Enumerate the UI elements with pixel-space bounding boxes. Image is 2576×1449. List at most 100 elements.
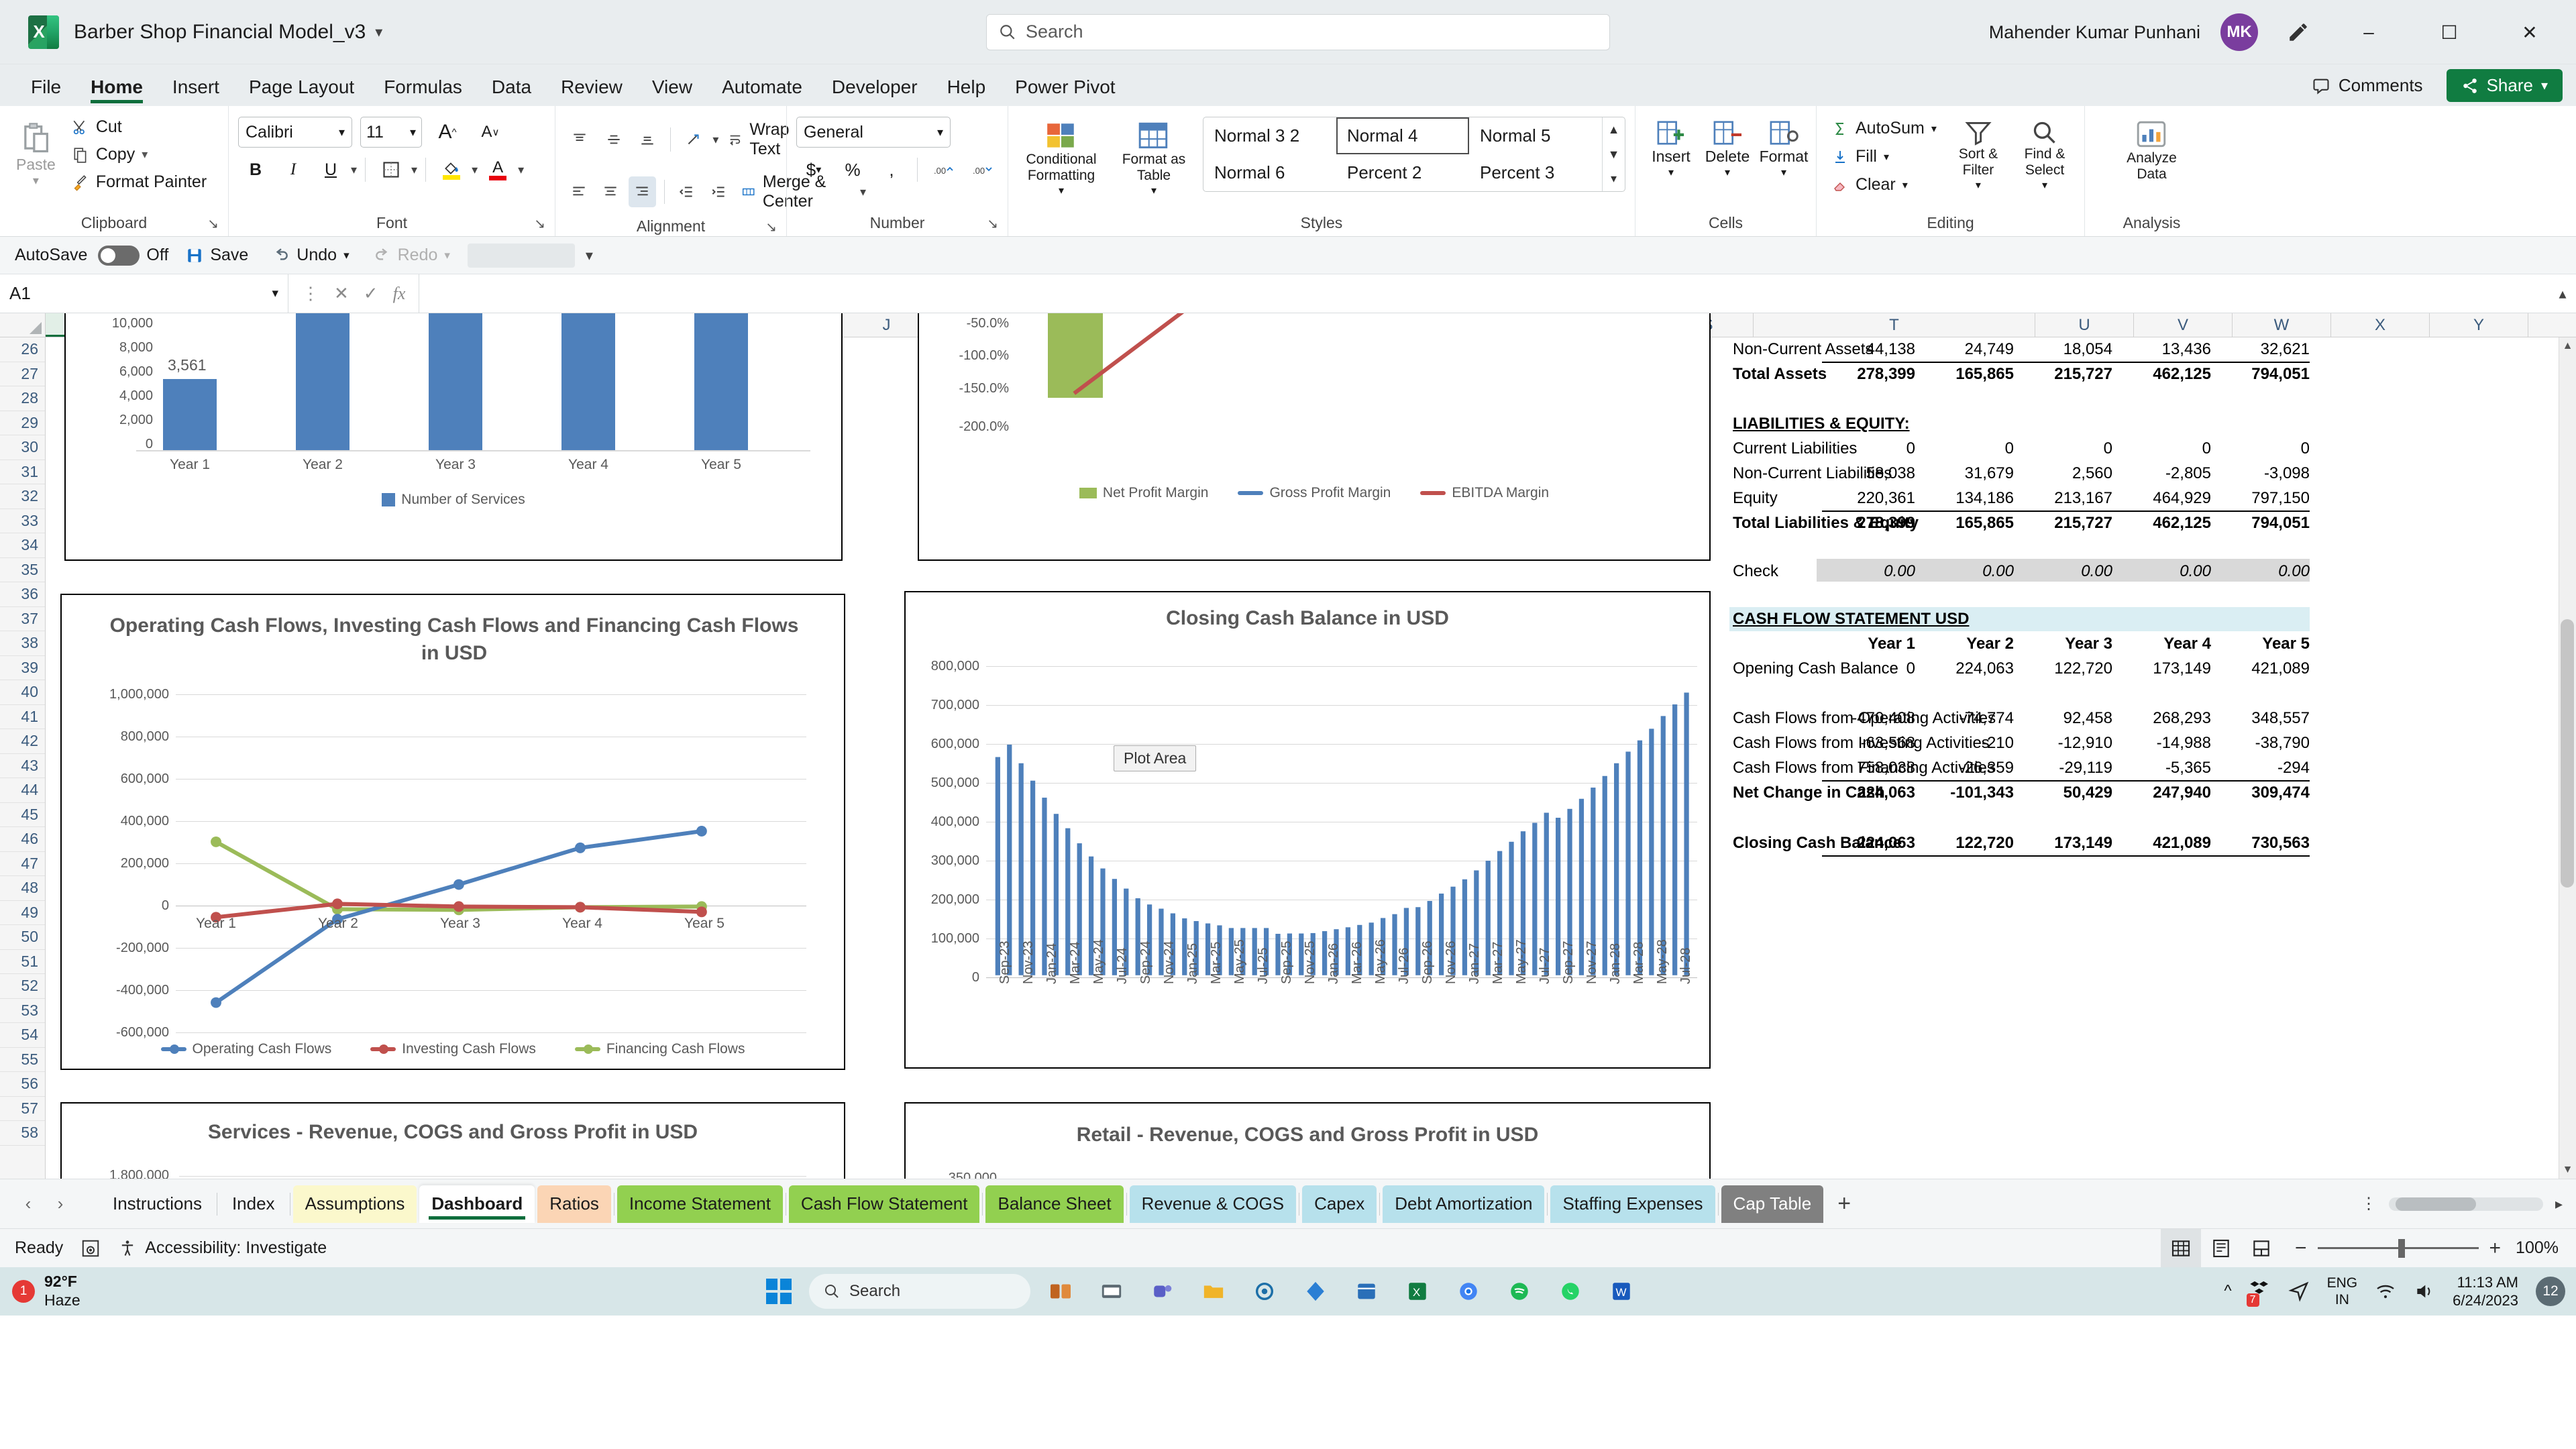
- next-sheet-icon[interactable]: ›: [46, 1189, 75, 1219]
- name-box[interactable]: A1 ▾: [0, 274, 288, 313]
- taskbar-app-chrome[interactable]: [1448, 1271, 1489, 1312]
- vertical-scrollbar[interactable]: ▲ ▼: [2559, 337, 2576, 1179]
- scroll-down-icon[interactable]: ▼: [2559, 1161, 2576, 1179]
- taskbar-app-spotify[interactable]: [1499, 1271, 1540, 1312]
- taskbar-app-1[interactable]: [1091, 1271, 1132, 1312]
- row-header[interactable]: 46: [0, 827, 45, 852]
- fill-chevron-icon[interactable]: ▾: [472, 163, 478, 177]
- font-name-combobox[interactable]: Calibri ▾: [238, 117, 352, 148]
- align-left-button[interactable]: [565, 176, 592, 207]
- row-header[interactable]: 42: [0, 729, 45, 754]
- column-header-x[interactable]: X: [2331, 313, 2430, 337]
- cut-button[interactable]: Cut: [66, 114, 212, 140]
- row-header[interactable]: 54: [0, 1023, 45, 1048]
- taskbar-app-whatsapp[interactable]: [1550, 1271, 1591, 1312]
- font-size-combobox[interactable]: 11 ▾: [360, 117, 422, 148]
- row-header[interactable]: 52: [0, 974, 45, 999]
- row-header[interactable]: 28: [0, 386, 45, 411]
- autosum-button[interactable]: AutoSum ▾: [1826, 115, 1942, 142]
- expand-formula-bar-icon[interactable]: ▴: [2549, 285, 2576, 303]
- taskbar-app-excel[interactable]: X: [1397, 1271, 1438, 1312]
- align-top-button[interactable]: [565, 124, 594, 155]
- analyze-data-button[interactable]: Analyze Data: [2112, 115, 2192, 186]
- paste-button[interactable]: Paste ▾: [9, 117, 62, 192]
- chart-margins[interactable]: Year 1 Year 2 Year 3 Year 4 Year 5 -50.0…: [918, 313, 1711, 561]
- format-painter-button[interactable]: Format Painter: [66, 169, 212, 195]
- number-dialog-launcher[interactable]: ↘: [987, 215, 998, 232]
- row-header[interactable]: 50: [0, 925, 45, 950]
- font-color-chevron-icon[interactable]: ▾: [518, 163, 524, 177]
- maximize-button[interactable]: ☐: [2419, 0, 2479, 64]
- zoom-out-button[interactable]: −: [2295, 1237, 2307, 1260]
- row-header[interactable]: 44: [0, 778, 45, 803]
- sheet-tab-income-statement[interactable]: Income Statement: [616, 1185, 783, 1223]
- autosave-toggle[interactable]: [98, 245, 140, 266]
- taskbar-app-3[interactable]: [1193, 1271, 1234, 1312]
- row-header[interactable]: 38: [0, 631, 45, 656]
- hscroll-right-icon[interactable]: ▸: [2555, 1195, 2563, 1213]
- format-as-table-button[interactable]: Format as Table ▾: [1114, 117, 1193, 201]
- row-header[interactable]: 40: [0, 680, 45, 705]
- save-button[interactable]: Save: [179, 243, 255, 268]
- wifi-icon[interactable]: [2375, 1281, 2396, 1302]
- horizontal-scrollbar[interactable]: [2388, 1197, 2543, 1211]
- alignment-dialog-launcher[interactable]: ↘: [765, 219, 777, 235]
- chevron-down-icon[interactable]: ▾: [375, 23, 382, 41]
- row-header[interactable]: 58: [0, 1121, 45, 1146]
- orientation-button[interactable]: [679, 124, 708, 155]
- sheet-tab-instructions[interactable]: Instructions: [101, 1185, 214, 1223]
- cell-style-normal-3-2[interactable]: Normal 3 2: [1203, 117, 1336, 154]
- formula-more-icon[interactable]: ⋮: [302, 283, 319, 304]
- scroll-up-icon[interactable]: ▲: [2559, 337, 2576, 355]
- weather-widget[interactable]: 1 92°F Haze: [0, 1273, 80, 1309]
- show-hidden-icons-chevron[interactable]: ^: [2224, 1282, 2231, 1301]
- insert-cells-button[interactable]: Insert ▾: [1645, 115, 1697, 183]
- tab-options-icon[interactable]: ⋮: [2361, 1194, 2377, 1214]
- column-header-y[interactable]: Y: [2430, 313, 2528, 337]
- row-header[interactable]: 57: [0, 1097, 45, 1121]
- italic-button[interactable]: I: [276, 154, 311, 185]
- taskbar-search[interactable]: Search: [809, 1274, 1030, 1309]
- increase-font-size-button[interactable]: A ^: [430, 117, 465, 148]
- qat-overflow-box[interactable]: [467, 243, 575, 268]
- row-header[interactable]: 41: [0, 705, 45, 729]
- cell-style-percent-3[interactable]: Percent 3: [1469, 154, 1602, 191]
- borders-button[interactable]: [374, 154, 409, 185]
- fill-button[interactable]: Fill ▾: [1826, 144, 1942, 170]
- chart-closing-cash-balance[interactable]: Closing Cash Balance in USD 800,000 700,…: [904, 591, 1711, 1069]
- sheet-tab-staffing-expenses[interactable]: Staffing Expenses: [1550, 1185, 1715, 1223]
- taskbar-app-5[interactable]: [1295, 1271, 1336, 1312]
- decrease-decimal-button[interactable]: .00: [965, 154, 1000, 185]
- number-format-combobox[interactable]: General ▾: [796, 117, 951, 148]
- row-header[interactable]: 45: [0, 803, 45, 827]
- sheet-tab-cash-flow-statement[interactable]: Cash Flow Statement: [788, 1185, 980, 1223]
- taskbar-app-word[interactable]: W: [1601, 1271, 1642, 1312]
- delete-cells-button[interactable]: Delete ▾: [1701, 115, 1754, 183]
- ribbon-tab-power-pivot[interactable]: Power Pivot: [1002, 72, 1128, 106]
- row-header[interactable]: 33: [0, 509, 45, 533]
- row-header[interactable]: 30: [0, 435, 45, 460]
- increase-decimal-button[interactable]: .00: [926, 154, 961, 185]
- orientation-chevron-icon[interactable]: ▾: [712, 133, 718, 147]
- ribbon-tab-view[interactable]: View: [639, 72, 706, 106]
- start-button[interactable]: [758, 1271, 800, 1312]
- find-select-button[interactable]: Find & Select ▾: [2015, 115, 2075, 196]
- share-button[interactable]: Share ▾: [2446, 69, 2563, 102]
- row-header[interactable]: 56: [0, 1072, 45, 1097]
- taskbar-clock[interactable]: 11:13 AM 6/24/2023: [2453, 1273, 2518, 1310]
- comma-format-button[interactable]: ,: [874, 154, 909, 185]
- previous-sheet-icon[interactable]: ‹: [13, 1189, 43, 1219]
- avatar[interactable]: MK: [2220, 13, 2258, 51]
- row-header[interactable]: 49: [0, 901, 45, 925]
- ribbon-tab-developer[interactable]: Developer: [818, 72, 931, 106]
- copy-button[interactable]: Copy ▾: [66, 142, 212, 168]
- cell-style-normal-5[interactable]: Normal 5: [1469, 117, 1602, 154]
- align-bottom-button[interactable]: [633, 124, 662, 155]
- decrease-font-size-button[interactable]: A ∨: [473, 117, 508, 148]
- styles-scroll-down-icon[interactable]: ▼: [1603, 142, 1625, 167]
- row-header[interactable]: 31: [0, 460, 45, 484]
- ribbon-tab-review[interactable]: Review: [547, 72, 636, 106]
- cell-styles-gallery[interactable]: Normal 3 2 Normal 4 Normal 5 Normal 6 Pe…: [1203, 117, 1625, 192]
- row-header[interactable]: 55: [0, 1048, 45, 1072]
- row-header[interactable]: 26: [0, 337, 45, 362]
